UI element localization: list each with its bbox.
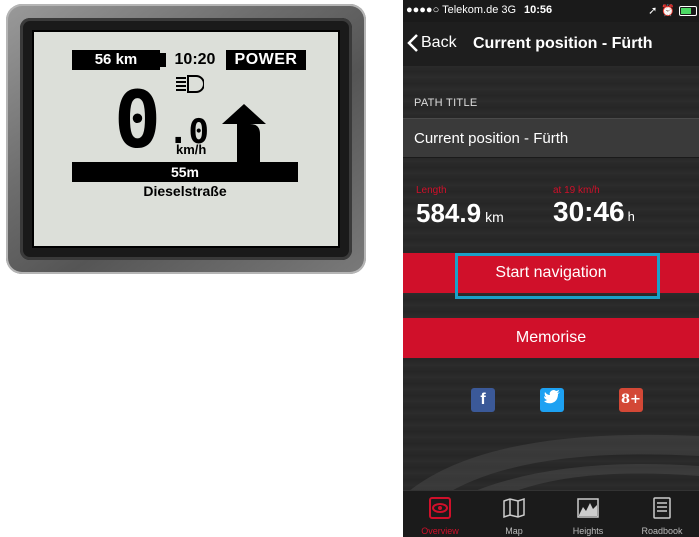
duration-readout: 30:46 h bbox=[553, 196, 635, 228]
eye-icon bbox=[429, 497, 451, 519]
carrier-label: ●●●●○ Telekom.de 3G bbox=[406, 4, 517, 16]
chevron-left-icon bbox=[407, 34, 418, 52]
tab-roadbook-label: Roadbook bbox=[641, 526, 683, 536]
tab-bar: Overview Map Heights Roadbook bbox=[403, 490, 699, 537]
duration-label: at 19 km/h bbox=[553, 185, 600, 196]
tab-map[interactable]: Map bbox=[477, 495, 551, 537]
assist-mode-label: POWER bbox=[226, 50, 306, 70]
back-label: Back bbox=[421, 34, 457, 51]
next-turn-distance: 55m bbox=[72, 162, 298, 182]
start-navigation-button[interactable]: Start navigation bbox=[403, 253, 699, 293]
map-icon bbox=[503, 497, 525, 519]
speed-unit: km/h bbox=[176, 142, 207, 157]
time-readout: 10:20 bbox=[174, 51, 216, 68]
twitter-bird-icon bbox=[544, 390, 560, 404]
duration-unit: h bbox=[627, 209, 635, 224]
street-name: Dieselstraße bbox=[143, 183, 227, 199]
length-label: Length bbox=[416, 185, 447, 196]
tab-heights-label: Heights bbox=[572, 526, 604, 536]
path-title-field[interactable]: Current position - Fürth bbox=[403, 118, 699, 158]
lcd-screen: 56 km 10:20 POWER 0 .0 km/h 55m Dieselst… bbox=[32, 30, 340, 248]
path-title-label: PATH TITLE bbox=[414, 97, 478, 109]
heights-icon bbox=[577, 498, 599, 518]
status-time: 10:56 bbox=[524, 4, 553, 16]
turn-left-arrow-icon bbox=[222, 104, 266, 166]
length-readout: 584.9 km bbox=[416, 198, 504, 229]
road-background-graphic bbox=[403, 434, 699, 496]
roadbook-icon bbox=[653, 497, 671, 519]
distance-readout: 56 km bbox=[72, 50, 166, 70]
tab-overview[interactable]: Overview bbox=[403, 495, 477, 537]
display-bezel: 56 km 10:20 POWER 0 .0 km/h 55m Dieselst… bbox=[20, 18, 352, 260]
overview-content: PATH TITLE Current position - Fürth Leng… bbox=[403, 66, 699, 496]
back-button[interactable]: Back bbox=[407, 34, 457, 52]
headlight-icon bbox=[176, 75, 204, 93]
duration-value: 30:46 bbox=[553, 196, 625, 227]
length-value: 584.9 bbox=[416, 198, 482, 228]
tab-roadbook[interactable]: Roadbook bbox=[625, 495, 699, 537]
path-title-value: Current position - Fürth bbox=[414, 130, 569, 147]
tab-heights[interactable]: Heights bbox=[551, 495, 625, 537]
speed-integer: 0 bbox=[114, 76, 161, 166]
tab-map-label: Map bbox=[505, 526, 523, 536]
memorise-button[interactable]: Memorise bbox=[403, 318, 699, 358]
ebike-display-device: 56 km 10:20 POWER 0 .0 km/h 55m Dieselst… bbox=[6, 4, 366, 274]
tab-overview-label: Overview bbox=[421, 526, 459, 536]
length-unit: km bbox=[485, 209, 504, 225]
page-title: Current position - Fürth bbox=[473, 35, 653, 52]
status-icons: ➚ ⏰ bbox=[648, 4, 697, 17]
status-bar: ●●●●○ Telekom.de 3G 10:56 ➚ ⏰ bbox=[403, 0, 699, 22]
phone-screen: ●●●●○ Telekom.de 3G 10:56 ➚ ⏰ Back Curre… bbox=[403, 0, 699, 537]
alarm-icon: ⏰ bbox=[661, 5, 675, 17]
navigation-bar: Back Current position - Fürth bbox=[403, 22, 699, 66]
battery-icon bbox=[679, 5, 697, 16]
location-icon: ➚ bbox=[648, 5, 658, 17]
